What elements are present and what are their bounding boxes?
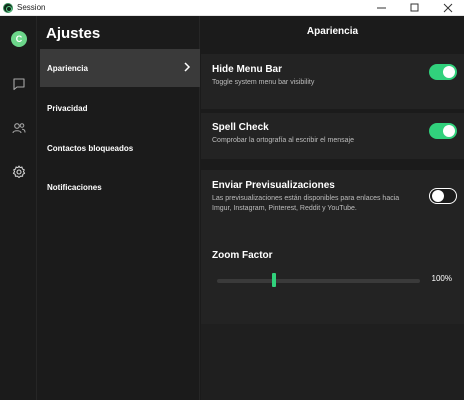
messages-icon[interactable] — [12, 77, 26, 91]
gear-icon[interactable] — [12, 165, 26, 179]
left-rail: C — [0, 16, 37, 400]
setting-description: Comprobar la ortografía al escribir el m… — [212, 137, 355, 144]
avatar[interactable]: C — [11, 31, 27, 47]
close-icon — [443, 3, 452, 13]
settings-menu: Ajustes Apariencia Privacidad Contactos … — [38, 16, 200, 400]
minimize-icon — [376, 7, 386, 9]
setting-label: Hide Menu Bar — [212, 64, 283, 75]
setting-zoom-factor: Zoom Factor 100% — [201, 238, 464, 324]
content-empty-area — [201, 324, 464, 400]
minimize-button[interactable] — [365, 0, 398, 16]
hide-menu-bar-toggle[interactable] — [429, 64, 457, 80]
window-controls — [365, 0, 464, 16]
link-previews-toggle[interactable] — [429, 188, 457, 204]
spell-check-toggle[interactable] — [429, 123, 457, 139]
menu-item-label: Notificaciones — [47, 182, 102, 192]
setting-label: Spell Check — [212, 122, 269, 133]
window-title: Session — [17, 3, 46, 12]
settings-heading: Ajustes — [46, 25, 101, 42]
contacts-icon[interactable] — [12, 121, 26, 135]
menu-item-apariencia[interactable]: Apariencia — [40, 49, 200, 87]
maximize-button[interactable] — [398, 0, 431, 16]
menu-item-label: Privacidad — [47, 103, 88, 113]
setting-label: Zoom Factor — [212, 250, 273, 261]
setting-description: Las previsualizaciones están disponibles… — [212, 195, 400, 212]
window-titlebar: Session — [0, 0, 464, 16]
setting-description: Toggle system menu bar visibility — [212, 79, 315, 86]
setting-hide-menu-bar: Hide Menu Bar Toggle system menu bar vis… — [201, 54, 464, 109]
setting-spell-check: Spell Check Comprobar la ortografía al e… — [201, 113, 464, 159]
menu-item-label: Apariencia — [47, 63, 88, 73]
menu-item-privacidad[interactable]: Privacidad — [40, 89, 200, 127]
chevron-right-icon — [184, 62, 191, 72]
zoom-value: 100% — [431, 274, 452, 283]
close-button[interactable] — [431, 0, 464, 16]
zoom-slider-track[interactable] — [217, 279, 420, 283]
setting-link-previews: Enviar Previsualizaciones Las previsuali… — [201, 170, 464, 240]
maximize-icon — [410, 3, 418, 12]
page-title: Apariencia — [306, 26, 359, 37]
zoom-slider-thumb[interactable] — [271, 273, 276, 287]
menu-item-notificaciones[interactable]: Notificaciones — [40, 168, 200, 206]
menu-item-label: Contactos bloqueados — [47, 143, 134, 153]
menu-item-contactos-bloqueados[interactable]: Contactos bloqueados — [40, 129, 200, 167]
settings-content: Apariencia Hide Menu Bar Toggle system m… — [201, 16, 464, 400]
setting-label: Enviar Previsualizaciones — [212, 180, 335, 191]
session-app-icon — [3, 2, 13, 13]
